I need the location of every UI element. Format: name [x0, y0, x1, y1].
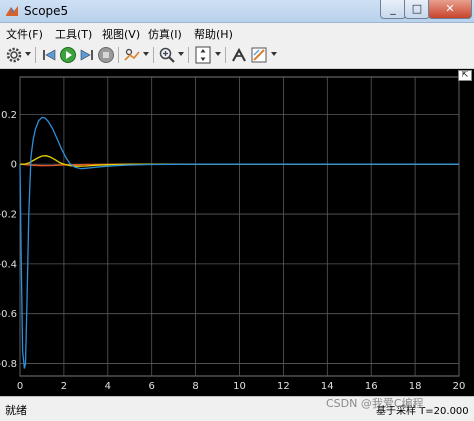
menu-simulation[interactable]: 仿真(I)	[148, 26, 182, 42]
menu-help[interactable]: 帮助(H)	[194, 26, 233, 42]
menu-tools[interactable]: 工具(T)	[55, 26, 92, 42]
x-tick-label: 18	[409, 381, 422, 392]
y-tick-label: -0.8	[0, 359, 17, 370]
x-tick-label: 0	[17, 381, 23, 392]
window-title: Scope5	[24, 4, 69, 18]
status-text: 就绪	[5, 404, 27, 417]
zoom-in-icon[interactable]	[158, 46, 176, 64]
cursor-measure-icon[interactable]	[230, 46, 248, 64]
x-tick-label: 14	[321, 381, 334, 392]
scale-axes-icon[interactable]	[194, 46, 212, 64]
highlight-icon[interactable]	[123, 46, 141, 64]
settings-icon[interactable]	[5, 46, 23, 64]
title-bar: Scope5 _ □ ✕	[0, 0, 474, 23]
y-tick-label: -0.2	[0, 210, 17, 221]
highlight-dropdown-icon[interactable]	[143, 52, 149, 56]
toolbar-separator	[118, 47, 119, 63]
stop-icon[interactable]	[97, 46, 115, 64]
x-tick-label: 2	[61, 381, 67, 392]
style-dropdown-icon[interactable]	[271, 52, 277, 56]
x-tick-label: 6	[149, 381, 155, 392]
toolbar-separator	[153, 47, 154, 63]
x-tick-label: 20	[453, 381, 466, 392]
maximize-button[interactable]: □	[404, 0, 430, 19]
matlab-scope-icon	[6, 6, 18, 16]
zoom-dropdown-icon[interactable]	[178, 52, 184, 56]
menu-bar: 文件(F) 工具(T) 视图(V) 仿真(I) 帮助(H)	[0, 23, 474, 42]
menu-view[interactable]: 视图(V)	[102, 26, 140, 42]
toolbar-separator	[225, 47, 226, 63]
y-tick-label: -0.4	[0, 259, 17, 270]
x-tick-label: 16	[365, 381, 378, 392]
style-icon[interactable]	[250, 46, 268, 64]
step-forward-icon[interactable]	[78, 46, 96, 64]
toolbar-separator	[188, 47, 189, 63]
watermark: CSDN @我爱C编程	[326, 397, 424, 410]
menu-file[interactable]: 文件(F)	[6, 26, 43, 42]
toolbar-separator	[35, 47, 36, 63]
close-icon: ✕	[445, 2, 455, 15]
scale-dropdown-icon[interactable]	[215, 52, 221, 56]
y-tick-label: 0.2	[1, 110, 17, 121]
x-tick-label: 4	[105, 381, 111, 392]
undock-icon[interactable]: ⇱	[458, 70, 472, 81]
settings-dropdown-icon[interactable]	[25, 52, 31, 56]
minimize-button[interactable]: _	[380, 0, 406, 19]
scope-display[interactable]: 0 2 4 6 8 10 12 14 16 18 20 0.2 0 -0.2 -0.4 -0.6 -0.8	[0, 69, 474, 396]
scope-plot[interactable]: 0 2 4 6 8 10 12 14 16 18 20 0.2 0 -0.2 -0.4 -0.6 -0.8	[0, 69, 474, 396]
x-tick-label: 8	[192, 381, 198, 392]
x-tick-label: 12	[277, 381, 290, 392]
x-tick-label: 10	[233, 381, 246, 392]
run-icon[interactable]	[59, 46, 77, 64]
y-tick-label: -0.6	[0, 309, 17, 320]
step-back-icon[interactable]	[40, 46, 58, 64]
minimize-icon: _	[390, 2, 396, 15]
maximize-icon: □	[411, 2, 423, 15]
close-button[interactable]: ✕	[428, 0, 472, 19]
toolbar	[0, 42, 474, 69]
y-tick-label: 0	[11, 160, 17, 171]
